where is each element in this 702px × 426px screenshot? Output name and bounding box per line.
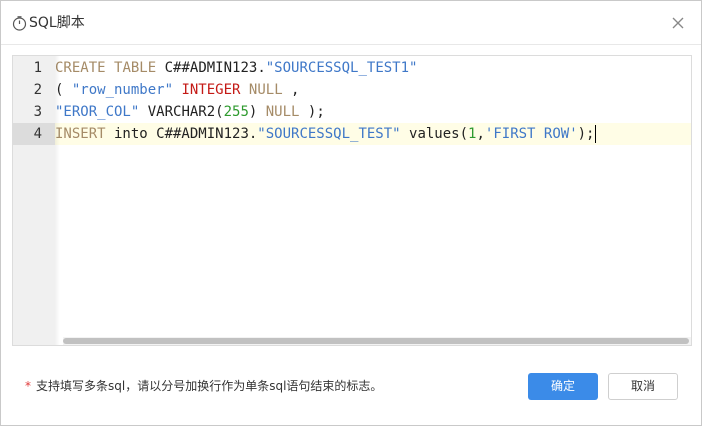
scrollbar-thumb[interactable] [63, 338, 689, 344]
code-line[interactable]: 1 CREATE TABLE C##ADMIN123."SOURCESSQL_TE… [13, 57, 691, 79]
code-text: ( "row_number" INTEGER NULL , [55, 79, 299, 101]
horizontal-scrollbar[interactable] [63, 337, 691, 345]
gutter-shadow [55, 56, 60, 345]
code-text: INSERT into C##ADMIN123."SOURCESSQL_TEST… [55, 123, 597, 145]
code-token: ) [248, 104, 266, 120]
hint-message: 支持填写多条sql，请以分号加换行作为单条sql语句结束的标志。 [36, 379, 383, 393]
code-token: "EROR_COL" [55, 104, 140, 120]
code-token: NULL [265, 104, 300, 120]
code-token: "row_number" [71, 82, 174, 98]
code-token: 255 [223, 104, 249, 120]
text-cursor [595, 125, 597, 143]
close-icon[interactable] [668, 13, 688, 33]
code-token: , [282, 82, 300, 98]
dialog-title: SQL脚本 [29, 15, 85, 31]
code-token: VARCHAR2( [139, 104, 224, 120]
code-token: INTEGER [181, 82, 241, 98]
code-text: CREATE TABLE C##ADMIN123."SOURCESSQL_TES… [55, 57, 417, 79]
code-token: , [476, 126, 485, 142]
code-token: "SOURCESSQL_TEST1" [265, 60, 418, 76]
timer-icon [12, 16, 27, 31]
dialog-header: SQL脚本 [1, 1, 701, 45]
hint-text: * 支持填写多条sql，请以分号加换行作为单条sql语句结束的标志。 [25, 378, 382, 394]
code-token: ); [299, 104, 325, 120]
code-token: C##ADMIN123. [156, 60, 266, 76]
code-token: "SOURCESSQL_TEST" [257, 126, 401, 142]
cancel-button[interactable]: 取消 [608, 373, 678, 400]
sql-script-dialog: SQL脚本 1 CREATE TABLE C##ADMIN123."SOURCES… [0, 0, 702, 426]
code-text: "EROR_COL" VARCHAR2(255) NULL ); [55, 101, 325, 123]
code-token: CREATE [55, 60, 106, 76]
code-line[interactable]: 3 "EROR_COL" VARCHAR2(255) NULL ); [13, 101, 691, 123]
code-token: 'FIRST ROW' [484, 126, 578, 142]
code-line[interactable]: 4 INSERT into C##ADMIN123."SOURCESSQL_TES… [13, 123, 691, 145]
code-token: values( [400, 126, 469, 142]
code-token: into C##ADMIN123. [105, 126, 258, 142]
code-token: INSERT [55, 126, 106, 142]
line-number: 3 [33, 104, 42, 120]
code-token: ); [577, 126, 595, 142]
line-number: 4 [13, 123, 55, 145]
required-mark: * [25, 379, 31, 393]
confirm-button[interactable]: 确定 [528, 373, 598, 400]
line-number: 2 [33, 82, 42, 98]
line-number: 1 [33, 60, 42, 76]
sql-code-editor[interactable]: 1 CREATE TABLE C##ADMIN123."SOURCESSQL_TE… [12, 55, 692, 346]
code-token: NULL [248, 82, 283, 98]
code-token: TABLE [114, 60, 157, 76]
code-line[interactable]: 2 ( "row_number" INTEGER NULL , [13, 79, 691, 101]
